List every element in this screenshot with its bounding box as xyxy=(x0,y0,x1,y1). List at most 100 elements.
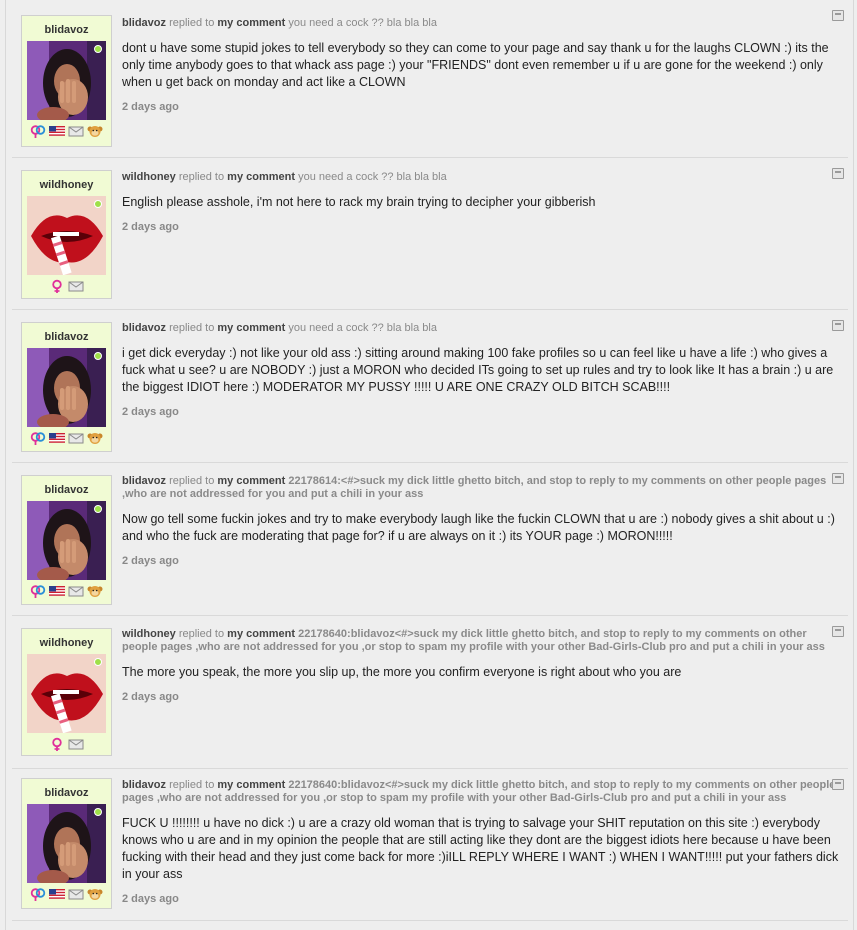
female-icon xyxy=(49,737,65,751)
user-icon-row xyxy=(22,279,111,293)
comment-text: FUCK U !!!!!!!! u have no dick :) u are … xyxy=(122,816,839,881)
comment-header: wildhoney replied to my comment 22178640… xyxy=(122,628,840,654)
comment-timestamp: 2 days ago xyxy=(122,101,179,113)
avatar[interactable] xyxy=(27,41,106,120)
mail-icon[interactable] xyxy=(68,124,84,138)
comment-item: blidavoz blidavoz replied to my comment … xyxy=(12,769,848,921)
replied-to-label: replied to xyxy=(178,628,225,640)
comment-text: i get dick everyday :) not like your old… xyxy=(122,346,834,394)
card-username[interactable]: wildhoney xyxy=(22,178,111,192)
mail-icon[interactable] xyxy=(68,584,84,598)
us-flag-icon xyxy=(49,887,65,901)
online-status-dot xyxy=(94,45,102,53)
us-flag-icon xyxy=(49,431,65,445)
replied-to-label: replied to xyxy=(169,322,215,334)
user-card[interactable]: blidavoz xyxy=(21,322,112,452)
us-flag-icon xyxy=(49,124,65,138)
comment-timestamp: 2 days ago xyxy=(122,893,179,905)
comment-text: The more you speak, the more you slip up… xyxy=(122,665,682,679)
comment-author[interactable]: blidavoz xyxy=(122,17,166,29)
avatar[interactable] xyxy=(27,501,106,580)
card-username[interactable]: blidavoz xyxy=(22,483,111,497)
my-comment-link[interactable]: my comment xyxy=(217,17,285,29)
avatar[interactable] xyxy=(27,196,106,275)
report-icon[interactable] xyxy=(832,320,844,331)
user-card[interactable]: blidavoz xyxy=(21,778,112,909)
gender-couple-icon xyxy=(30,124,46,138)
user-icon-row xyxy=(22,737,111,751)
report-icon[interactable] xyxy=(832,473,844,484)
card-username[interactable]: blidavoz xyxy=(22,786,111,800)
comment-item: wildhoney wildhoney replied to my commen… xyxy=(12,616,848,769)
replied-to-label: replied to xyxy=(169,779,215,791)
card-username[interactable]: blidavoz xyxy=(22,330,111,344)
report-icon[interactable] xyxy=(832,779,844,790)
quoted-comment: you need a cock ?? bla bla bla xyxy=(288,17,437,29)
online-status-dot xyxy=(94,658,102,666)
mail-icon[interactable] xyxy=(68,279,84,293)
comment-author[interactable]: wildhoney xyxy=(122,171,176,183)
quoted-comment: you need a cock ?? bla bla bla xyxy=(298,171,447,183)
user-icon-row xyxy=(22,431,111,445)
comment-header: wildhoney replied to my comment you need… xyxy=(122,171,840,184)
online-status-dot xyxy=(94,505,102,513)
user-card[interactable]: blidavoz xyxy=(21,15,112,147)
my-comment-link[interactable]: my comment xyxy=(217,322,285,334)
gender-couple-icon xyxy=(30,584,46,598)
comment-item: blidavoz blidavoz replied to my comment … xyxy=(12,0,848,158)
avatar[interactable] xyxy=(27,804,106,883)
gender-couple-icon xyxy=(30,887,46,901)
monkey-badge-icon xyxy=(87,124,103,138)
user-icon-row xyxy=(22,124,111,138)
comment-timestamp: 2 days ago xyxy=(122,406,179,418)
avatar[interactable] xyxy=(27,654,106,733)
report-icon[interactable] xyxy=(832,10,844,21)
my-comment-link[interactable]: my comment xyxy=(217,779,285,791)
us-flag-icon xyxy=(49,584,65,598)
monkey-badge-icon xyxy=(87,431,103,445)
my-comment-link[interactable]: my comment xyxy=(227,628,295,640)
card-username[interactable]: blidavoz xyxy=(22,23,111,37)
comment-author[interactable]: blidavoz xyxy=(122,322,166,334)
comment-text: Now go tell some fuckin jokes and try to… xyxy=(122,512,835,543)
comment-author[interactable]: wildhoney xyxy=(122,628,176,640)
comment-author[interactable]: blidavoz xyxy=(122,475,166,487)
monkey-badge-icon xyxy=(87,584,103,598)
comment-timestamp: 2 days ago xyxy=(122,555,179,567)
comment-text: English please asshole, i'm not here to … xyxy=(122,195,596,209)
online-status-dot xyxy=(94,808,102,816)
replied-to-label: replied to xyxy=(178,171,225,183)
user-card[interactable]: wildhoney xyxy=(21,170,112,299)
user-card[interactable]: wildhoney xyxy=(21,628,112,756)
mail-icon[interactable] xyxy=(68,737,84,751)
comment-timestamp: 2 days ago xyxy=(122,691,179,703)
female-icon xyxy=(49,279,65,293)
comment-header: blidavoz replied to my comment you need … xyxy=(122,322,840,335)
report-icon[interactable] xyxy=(832,626,844,637)
my-comment-link[interactable]: my comment xyxy=(217,475,285,487)
user-card[interactable]: blidavoz xyxy=(21,475,112,605)
comment-header: blidavoz replied to my comment you need … xyxy=(122,17,840,30)
comment-text: dont u have some stupid jokes to tell ev… xyxy=(122,41,829,89)
quoted-comment: you need a cock ?? bla bla bla xyxy=(288,322,437,334)
online-status-dot xyxy=(94,352,102,360)
monkey-badge-icon xyxy=(87,887,103,901)
comment-header: blidavoz replied to my comment 22178614:… xyxy=(122,475,840,501)
mail-icon[interactable] xyxy=(68,431,84,445)
comment-header: blidavoz replied to my comment 22178640:… xyxy=(122,779,840,805)
gender-couple-icon xyxy=(30,431,46,445)
user-icon-row xyxy=(22,887,111,901)
comment-item: wildhoney wildhoney replied to my commen… xyxy=(12,158,848,310)
comment-item: blidavoz blidavoz replied to my comment … xyxy=(12,310,848,463)
online-status-dot xyxy=(94,200,102,208)
mail-icon[interactable] xyxy=(68,887,84,901)
user-icon-row xyxy=(22,584,111,598)
replied-to-label: replied to xyxy=(169,475,215,487)
comment-timestamp: 2 days ago xyxy=(122,221,179,233)
comment-author[interactable]: blidavoz xyxy=(122,779,166,791)
my-comment-link[interactable]: my comment xyxy=(227,171,295,183)
replied-to-label: replied to xyxy=(169,17,215,29)
report-icon[interactable] xyxy=(832,168,844,179)
avatar[interactable] xyxy=(27,348,106,427)
card-username[interactable]: wildhoney xyxy=(22,636,111,650)
